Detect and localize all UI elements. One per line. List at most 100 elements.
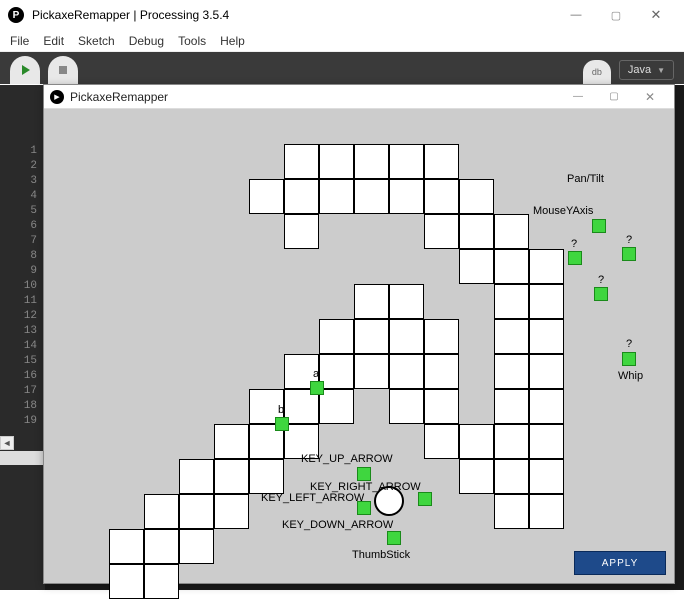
sketch-icon xyxy=(50,90,64,104)
pixel-cell[interactable] xyxy=(424,179,459,214)
pixel-cell[interactable] xyxy=(319,179,354,214)
pixel-cell[interactable] xyxy=(249,459,284,494)
pixel-cell[interactable] xyxy=(319,319,354,354)
inner-close-button[interactable] xyxy=(632,86,668,108)
pixel-cell[interactable] xyxy=(424,144,459,179)
pixel-cell[interactable] xyxy=(529,494,564,529)
pixel-cell[interactable] xyxy=(424,354,459,389)
pixel-cell[interactable] xyxy=(144,564,179,599)
right-node[interactable] xyxy=(418,492,432,506)
pixel-cell[interactable] xyxy=(424,319,459,354)
inner-minimize-button[interactable] xyxy=(560,86,596,108)
a-node-label: a xyxy=(313,368,319,380)
pixel-cell[interactable] xyxy=(494,389,529,424)
a-node[interactable] xyxy=(310,381,324,395)
menu-debug[interactable]: Debug xyxy=(129,34,164,48)
pixel-cell[interactable] xyxy=(494,459,529,494)
pixel-cell[interactable] xyxy=(354,179,389,214)
pixel-cell[interactable] xyxy=(214,424,249,459)
outer-close-button[interactable] xyxy=(636,1,676,29)
menu-edit[interactable]: Edit xyxy=(43,34,64,48)
pixel-cell[interactable] xyxy=(284,144,319,179)
whip-node-label: ? xyxy=(626,338,632,350)
pixel-cell[interactable] xyxy=(459,424,494,459)
pixel-cell[interactable] xyxy=(389,284,424,319)
down-node[interactable] xyxy=(387,531,401,545)
pixel-cell[interactable] xyxy=(354,144,389,179)
pixel-cell[interactable] xyxy=(494,354,529,389)
menu-file[interactable]: File xyxy=(10,34,29,48)
pan-tilt-node-label: Pan/Tilt xyxy=(567,173,604,185)
pixel-cell[interactable] xyxy=(354,284,389,319)
menu-tools[interactable]: Tools xyxy=(178,34,206,48)
pixel-cell[interactable] xyxy=(214,459,249,494)
q2-node[interactable] xyxy=(568,251,582,265)
outer-window-title: PickaxeRemapper | Processing 3.5.4 xyxy=(32,8,556,22)
pixel-cell[interactable] xyxy=(109,564,144,599)
pixel-cell[interactable] xyxy=(529,284,564,319)
line-number: 10 xyxy=(0,280,45,295)
pixel-cell[interactable] xyxy=(319,389,354,424)
outer-window-controls xyxy=(556,1,676,29)
sketch-canvas[interactable]: APPLY MouseYAxisPan/Tilt????WhipabKEY_UP… xyxy=(44,109,674,583)
pixel-cell[interactable] xyxy=(459,179,494,214)
q1-node[interactable] xyxy=(622,247,636,261)
horizontal-scrollbar[interactable] xyxy=(0,451,45,465)
pixel-cell[interactable] xyxy=(529,459,564,494)
pixel-cell[interactable] xyxy=(389,179,424,214)
pixel-cell[interactable] xyxy=(529,319,564,354)
b-node[interactable] xyxy=(275,417,289,431)
pixel-cell[interactable] xyxy=(389,319,424,354)
pixel-cell[interactable] xyxy=(494,494,529,529)
apply-button[interactable]: APPLY xyxy=(574,551,666,575)
pixel-cell[interactable] xyxy=(494,284,529,319)
pixel-cell[interactable] xyxy=(494,319,529,354)
pixel-cell[interactable] xyxy=(144,529,179,564)
menu-sketch[interactable]: Sketch xyxy=(78,34,115,48)
outer-minimize-button[interactable] xyxy=(556,1,596,29)
outer-maximize-button[interactable] xyxy=(596,1,636,29)
pixel-cell[interactable] xyxy=(424,389,459,424)
pixel-cell[interactable] xyxy=(179,494,214,529)
pixel-cell[interactable] xyxy=(389,389,424,424)
language-selector[interactable]: Java xyxy=(619,60,674,80)
up-node[interactable] xyxy=(357,467,371,481)
pixel-cell[interactable] xyxy=(179,529,214,564)
pixel-cell[interactable] xyxy=(214,494,249,529)
pixel-cell[interactable] xyxy=(179,459,214,494)
pixel-cell[interactable] xyxy=(529,354,564,389)
mouse-y-node[interactable] xyxy=(592,219,606,233)
pixel-cell[interactable] xyxy=(319,144,354,179)
pixel-cell[interactable] xyxy=(284,179,319,214)
run-button[interactable] xyxy=(10,56,40,84)
stop-button[interactable] xyxy=(48,56,78,84)
pixel-cell[interactable] xyxy=(354,354,389,389)
line-number: 12 xyxy=(0,310,45,325)
pixel-cell[interactable] xyxy=(494,424,529,459)
pixel-cell[interactable] xyxy=(529,249,564,284)
pixel-cell[interactable] xyxy=(144,494,179,529)
q3-node[interactable] xyxy=(594,287,608,301)
pixel-cell[interactable] xyxy=(389,144,424,179)
pixel-cell[interactable] xyxy=(494,214,529,249)
scrollbar-left-arrow[interactable]: ◄ xyxy=(0,436,14,450)
whip-node[interactable] xyxy=(622,352,636,366)
pixel-cell[interactable] xyxy=(284,214,319,249)
pixel-cell[interactable] xyxy=(424,424,459,459)
menu-help[interactable]: Help xyxy=(220,34,245,48)
pixel-cell[interactable] xyxy=(494,249,529,284)
q1-node-label: ? xyxy=(626,234,632,246)
pixel-cell[interactable] xyxy=(109,529,144,564)
pixel-cell[interactable] xyxy=(354,319,389,354)
pixel-cell[interactable] xyxy=(249,179,284,214)
pixel-cell[interactable] xyxy=(424,214,459,249)
pixel-cell[interactable] xyxy=(459,214,494,249)
pixel-cell[interactable] xyxy=(529,424,564,459)
inner-maximize-button[interactable] xyxy=(596,86,632,108)
pixel-cell[interactable] xyxy=(459,459,494,494)
pixel-cell[interactable] xyxy=(389,354,424,389)
pixel-cell[interactable] xyxy=(319,354,354,389)
pixel-cell[interactable] xyxy=(459,249,494,284)
debug-badge[interactable]: db xyxy=(583,60,611,84)
pixel-cell[interactable] xyxy=(529,389,564,424)
